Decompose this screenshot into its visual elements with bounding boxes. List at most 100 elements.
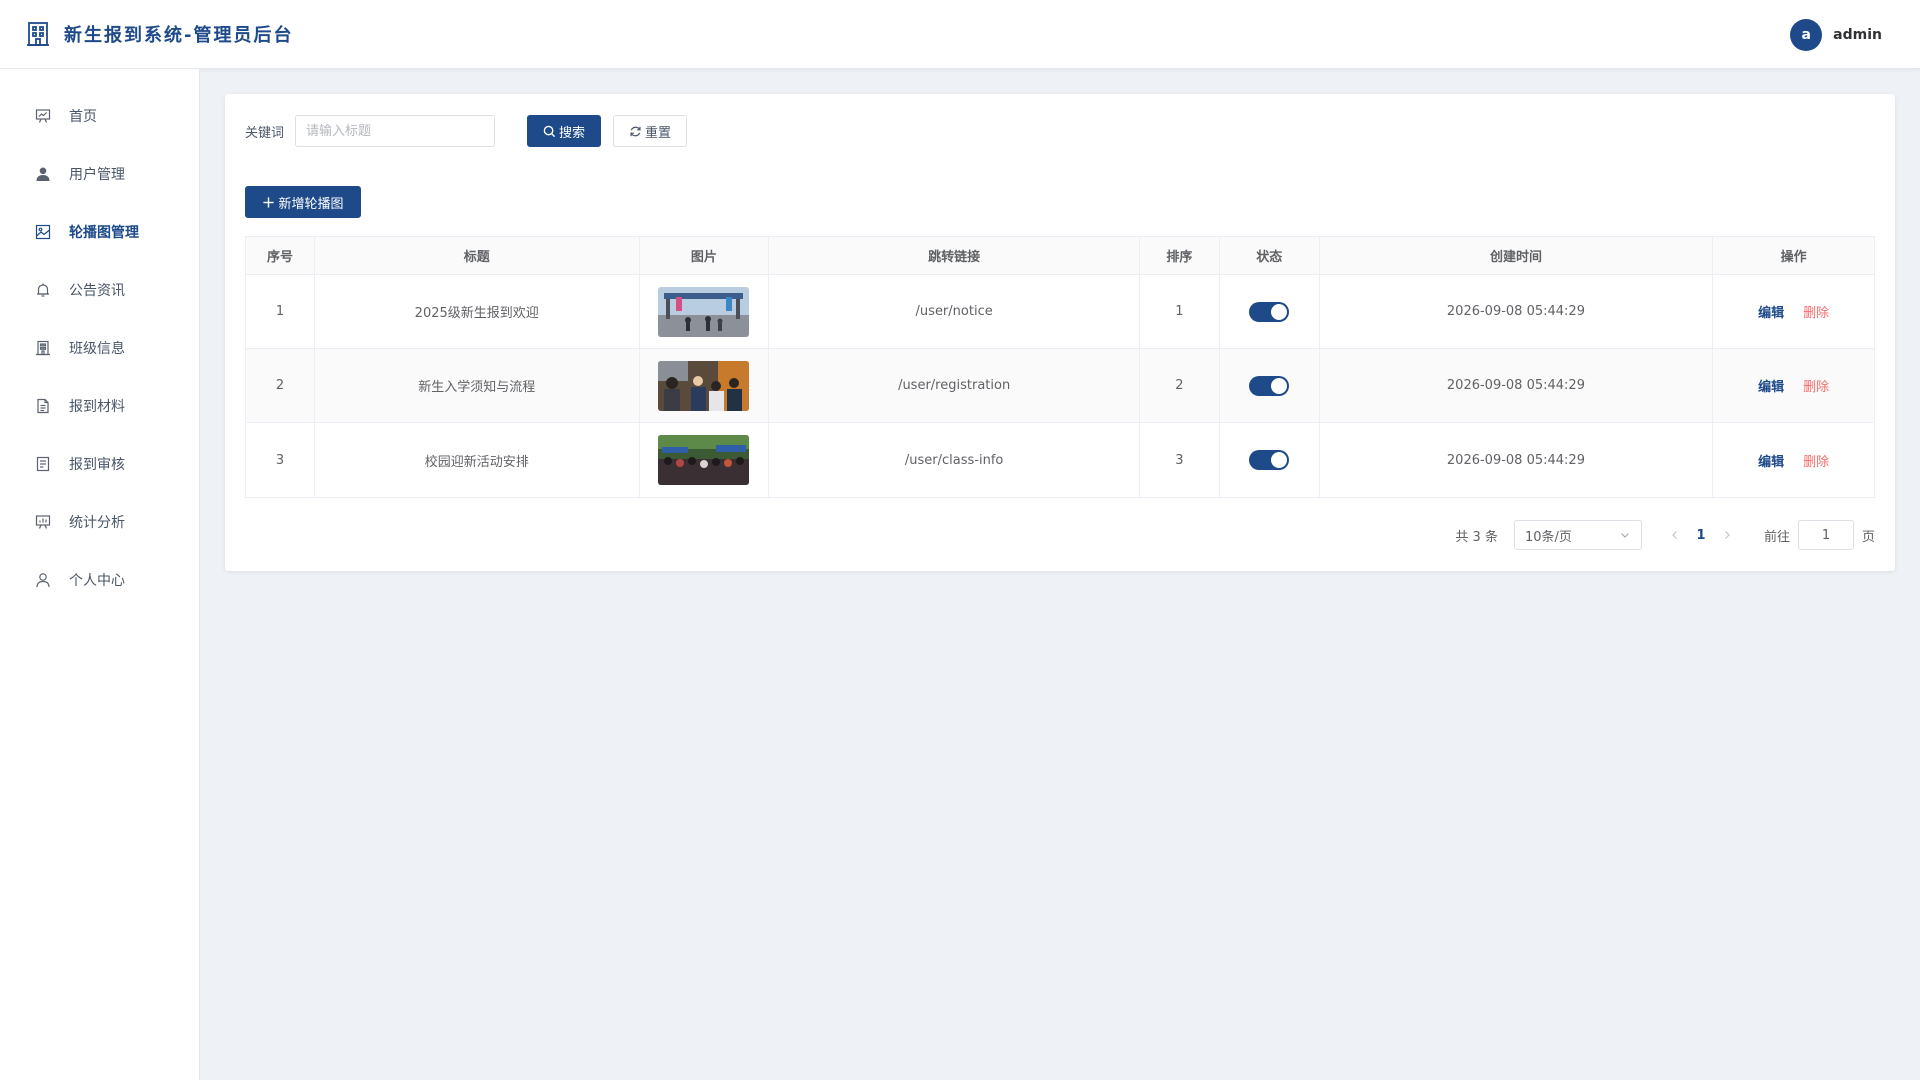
carousel-management-card: 关键词 搜索 重置 新增轮播图 序号 标题 图片 跳转链接 排序 状态 创建时间… xyxy=(225,94,1895,571)
table-header: 序号 标题 图片 跳转链接 排序 状态 创建时间 操作 xyxy=(246,237,1874,275)
user-filled-icon xyxy=(36,167,50,181)
edit-button[interactable]: 编辑 xyxy=(1758,451,1784,470)
column-header: 序号 xyxy=(246,237,315,274)
chevron-down-icon xyxy=(1621,533,1629,538)
next-page-button[interactable] xyxy=(1716,524,1738,546)
row-link: /user/class-info xyxy=(769,423,1140,497)
sidebar-item-class-info[interactable]: 班级信息 xyxy=(0,319,199,377)
top-header: 新生报到系统-管理员后台 a admin xyxy=(0,0,1920,69)
user-icon xyxy=(36,573,50,588)
sidebar-item-label: 报到材料 xyxy=(69,399,125,415)
column-header: 标题 xyxy=(315,237,640,274)
row-created-time: 2026-09-08 05:44:29 xyxy=(1320,349,1714,422)
page-number-current[interactable]: 1 xyxy=(1686,528,1716,543)
bell-icon xyxy=(37,283,49,297)
column-header: 图片 xyxy=(640,237,770,274)
row-index: 1 xyxy=(246,275,315,348)
reset-button-label: 重置 xyxy=(645,125,672,141)
row-actions: 编辑 删除 xyxy=(1713,275,1874,348)
sidebar-item-statistics[interactable]: 统计分析 xyxy=(0,493,199,551)
refresh-icon xyxy=(630,126,641,136)
page-size-value: 10条/页 xyxy=(1524,529,1572,545)
reset-button[interactable]: 重置 xyxy=(613,115,688,147)
search-button-label: 搜索 xyxy=(559,125,586,141)
table-row: 1 2025级新生报到欢迎 /user/notice 1 2026-09-08 … xyxy=(246,275,1874,349)
row-link: /user/registration xyxy=(769,349,1140,422)
sidebar: 首页 用户管理 轮播图管理 公告资讯 班级信息 报到材料 报到审核 统计分析 个… xyxy=(0,69,200,1080)
page-size-select[interactable]: 10条/页 xyxy=(1513,520,1642,550)
sidebar-item-label: 班级信息 xyxy=(69,341,125,357)
office-building-icon xyxy=(27,22,49,46)
sidebar-item-label: 轮播图管理 xyxy=(69,225,139,241)
avatar[interactable]: a xyxy=(1790,19,1823,51)
keyword-label: 关键词 xyxy=(245,125,285,141)
sidebar-item-carousel[interactable]: 轮播图管理 xyxy=(0,203,199,261)
sidebar-item-announcements[interactable]: 公告资讯 xyxy=(0,261,199,319)
edit-button[interactable]: 编辑 xyxy=(1758,302,1784,321)
row-status-cell xyxy=(1220,275,1320,348)
sidebar-item-review[interactable]: 报到审核 xyxy=(0,435,199,493)
delete-button[interactable]: 删除 xyxy=(1803,376,1829,395)
edit-button[interactable]: 编辑 xyxy=(1758,376,1784,395)
keyword-input[interactable] xyxy=(295,115,496,147)
pagination: 共 3 条 10条/页 1 前往 页 xyxy=(1455,520,1875,550)
sidebar-item-label: 公告资讯 xyxy=(69,283,125,299)
status-toggle[interactable] xyxy=(1249,375,1290,396)
column-header: 跳转链接 xyxy=(769,237,1140,274)
prev-page-button[interactable] xyxy=(1664,524,1686,546)
toggle-knob xyxy=(1271,452,1288,468)
search-form: 关键词 搜索 重置 xyxy=(245,115,688,147)
toggle-knob xyxy=(1271,303,1288,320)
sidebar-item-home[interactable]: 首页 xyxy=(0,87,199,145)
search-icon xyxy=(543,125,556,137)
data-board-icon xyxy=(35,515,51,529)
add-carousel-label: 新增轮播图 xyxy=(278,196,344,212)
app-title: 新生报到系统-管理员后台 xyxy=(64,25,294,46)
column-header: 状态 xyxy=(1220,237,1320,274)
status-toggle[interactable] xyxy=(1249,450,1290,470)
goto-label: 前往 xyxy=(1763,529,1790,545)
building-icon xyxy=(36,340,50,356)
add-carousel-button[interactable]: 新增轮播图 xyxy=(245,186,361,218)
username[interactable]: admin xyxy=(1833,27,1882,43)
row-sort: 2 xyxy=(1140,349,1220,422)
table-row: 3 校园迎新活动安排 /user/class-info 3 2026-09-08… xyxy=(246,423,1874,497)
plus-icon xyxy=(263,196,275,208)
row-image-cell xyxy=(640,275,770,348)
sidebar-item-profile[interactable]: 个人中心 xyxy=(0,551,199,609)
chevron-right-icon xyxy=(1725,531,1730,539)
total-count: 共 3 条 xyxy=(1455,529,1498,545)
toggle-knob xyxy=(1271,377,1288,394)
row-title: 2025级新生报到欢迎 xyxy=(315,275,640,348)
carousel-table: 序号 标题 图片 跳转链接 排序 状态 创建时间 操作 1 2025级新生报到欢… xyxy=(245,236,1875,498)
status-toggle[interactable] xyxy=(1249,301,1290,322)
document-icon xyxy=(37,398,49,414)
tickets-icon xyxy=(36,456,50,472)
carousel-thumbnail[interactable] xyxy=(658,360,750,411)
user-menu[interactable]: a admin xyxy=(1790,19,1882,51)
row-image-cell xyxy=(640,423,770,497)
row-created-time: 2026-09-08 05:44:29 xyxy=(1320,423,1714,497)
goto-page-input[interactable] xyxy=(1797,520,1854,550)
page-suffix: 页 xyxy=(1861,529,1875,545)
sidebar-item-label: 统计分析 xyxy=(69,515,125,531)
sidebar-item-label: 个人中心 xyxy=(69,573,125,589)
carousel-thumbnail[interactable] xyxy=(658,435,750,485)
delete-button[interactable]: 删除 xyxy=(1803,302,1829,321)
picture-icon xyxy=(35,224,51,240)
row-created-time: 2026-09-08 05:44:29 xyxy=(1320,275,1714,348)
carousel-thumbnail[interactable] xyxy=(658,286,750,337)
presentation-icon xyxy=(35,109,51,123)
column-header: 创建时间 xyxy=(1320,237,1714,274)
column-header: 排序 xyxy=(1140,237,1220,274)
sidebar-item-label: 用户管理 xyxy=(69,167,125,183)
row-link: /user/notice xyxy=(769,275,1140,348)
sidebar-item-users[interactable]: 用户管理 xyxy=(0,145,199,203)
sidebar-item-materials[interactable]: 报到材料 xyxy=(0,377,199,435)
row-image-cell xyxy=(640,349,770,422)
row-status-cell xyxy=(1220,423,1320,497)
sidebar-item-label: 报到审核 xyxy=(69,457,125,473)
delete-button[interactable]: 删除 xyxy=(1803,451,1829,470)
search-button[interactable]: 搜索 xyxy=(527,115,602,147)
row-title: 校园迎新活动安排 xyxy=(315,423,640,497)
